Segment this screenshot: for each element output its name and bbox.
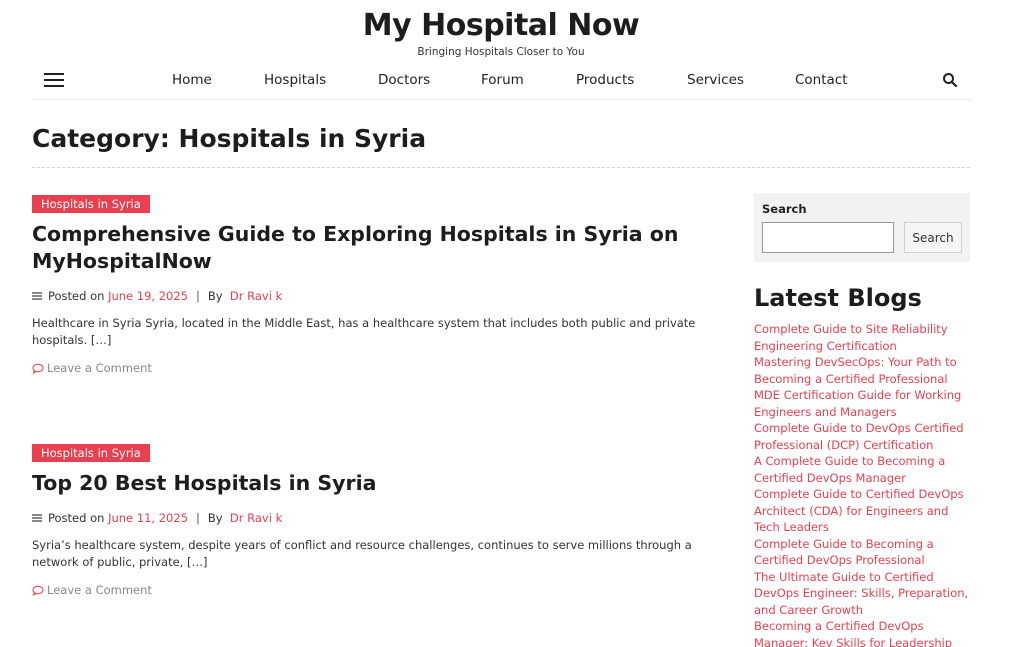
nav-item-forum[interactable]: Forum — [481, 72, 524, 88]
post-card: Hospitals in Syria Top 20 Best Hospitals… — [32, 442, 712, 597]
post-meta: Posted on June 11, 2025 | By Dr Ravi k — [32, 511, 712, 525]
by-label: By — [207, 289, 223, 303]
main-navigation: Home Hospitals Doctors Forum Products Se… — [32, 62, 970, 100]
blog-link[interactable]: A Complete Guide to Becoming a Certified… — [754, 453, 970, 486]
leave-comment-link[interactable]: Leave a Comment — [32, 361, 712, 375]
post-date-link[interactable]: June 11, 2025 — [108, 511, 188, 525]
search-button[interactable]: Search — [904, 222, 962, 253]
blog-link[interactable]: Mastering DevSecOps: Your Path to Becomi… — [754, 354, 970, 387]
posted-on-label: Posted on — [48, 289, 105, 303]
post-excerpt: Syria’s healthcare system, despite years… — [32, 538, 692, 569]
blog-link[interactable]: Complete Guide to Site Reliability Engin… — [754, 321, 970, 354]
search-label: Search — [762, 202, 807, 216]
blog-link[interactable]: MDE Certification Guide for Working Engi… — [754, 387, 970, 420]
meta-separator: | — [196, 511, 200, 525]
post-excerpt: Healthcare in Syria Syria, located in th… — [32, 316, 696, 347]
nav-item-services[interactable]: Services — [687, 72, 744, 88]
leave-comment-label: Leave a Comment — [47, 583, 152, 597]
category-badge[interactable]: Hospitals in Syria — [32, 444, 150, 462]
posted-on-label: Posted on — [48, 511, 105, 525]
meta-separator: | — [196, 289, 200, 303]
post-meta: Posted on June 19, 2025 | By Dr Ravi k — [32, 289, 712, 303]
blog-link[interactable]: Complete Guide to DevOps Certified Profe… — [754, 420, 970, 453]
post-date-link[interactable]: June 19, 2025 — [108, 289, 188, 303]
nav-item-doctors[interactable]: Doctors — [378, 72, 430, 88]
post-title[interactable]: Comprehensive Guide to Exploring Hospita… — [32, 221, 712, 275]
menu-icon[interactable] — [44, 73, 64, 87]
leave-comment-label: Leave a Comment — [47, 361, 152, 375]
comment-icon — [32, 363, 44, 374]
blog-link[interactable]: Complete Guide to Certified DevOps Archi… — [754, 486, 970, 536]
search-input[interactable] — [762, 222, 894, 253]
sidebar-search-widget: Search Search — [754, 193, 970, 262]
latest-blogs-list: Complete Guide to Site Reliability Engin… — [754, 321, 970, 647]
author-link[interactable]: Dr Ravi k — [230, 511, 282, 525]
category-badge[interactable]: Hospitals in Syria — [32, 195, 150, 213]
site-title[interactable]: My Hospital Now — [0, 8, 1002, 43]
nav-item-contact[interactable]: Contact — [795, 72, 848, 88]
search-icon[interactable] — [942, 72, 958, 88]
menu-lines-icon — [32, 514, 42, 522]
blog-link[interactable]: Complete Guide to Becoming a Certified D… — [754, 536, 970, 569]
latest-blogs-heading: Latest Blogs — [754, 284, 922, 312]
comment-icon — [32, 585, 44, 596]
menu-lines-icon — [32, 292, 42, 300]
blog-link[interactable]: Becoming a Certified DevOps Manager: Key… — [754, 618, 970, 647]
author-link[interactable]: Dr Ravi k — [230, 289, 282, 303]
leave-comment-link[interactable]: Leave a Comment — [32, 583, 712, 597]
blog-link[interactable]: The Ultimate Guide to Certified DevOps E… — [754, 569, 970, 619]
nav-item-hospitals[interactable]: Hospitals — [264, 72, 326, 88]
by-label: By — [207, 511, 223, 525]
page-title: Category: Hospitals in Syria — [32, 124, 427, 153]
nav-item-home[interactable]: Home — [172, 72, 212, 88]
title-divider — [32, 167, 970, 168]
site-tagline: Bringing Hospitals Closer to You — [417, 46, 585, 58]
post-card: Hospitals in Syria Comprehensive Guide t… — [32, 193, 712, 375]
post-title[interactable]: Top 20 Best Hospitals in Syria — [32, 470, 712, 497]
nav-item-products[interactable]: Products — [576, 72, 634, 88]
